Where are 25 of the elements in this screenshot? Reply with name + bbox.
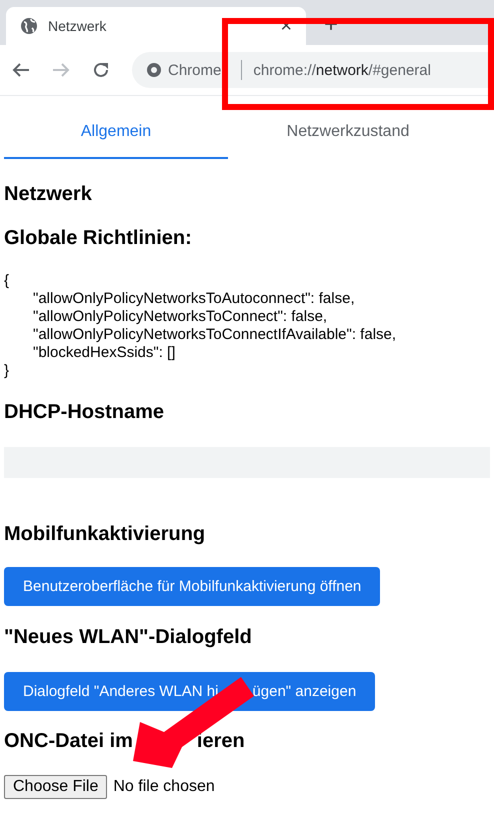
- section-heading: DHCP-Hostname: [4, 401, 166, 424]
- chrome-icon: [146, 62, 162, 78]
- page-heading: Netzwerk: [4, 183, 93, 206]
- section-heading: Mobilfunkaktivierung: [4, 523, 206, 546]
- reload-icon[interactable]: [92, 61, 110, 79]
- code-line: {: [4, 272, 10, 290]
- back-icon[interactable]: [12, 62, 30, 78]
- choose-file-button[interactable]: Choose File: [4, 775, 108, 799]
- section-heading: ieren: [196, 730, 245, 753]
- code-line: "allowOnlyPolicyNetworksToConnect": false,: [32, 308, 328, 326]
- section-heading: Globale Richtlinien:: [4, 227, 193, 250]
- action-button[interactable]: Benutzeroberfläche für Mobilfunkaktivierung öffnen: [4, 567, 380, 606]
- code-line: }: [4, 362, 10, 380]
- page-tab[interactable]: Netzwerkzustand: [228, 107, 468, 159]
- section-heading: ONC-Datei im: [4, 730, 133, 753]
- code-line: "blockedHexSsids": []: [32, 344, 176, 362]
- site-label: Chrome: [168, 62, 222, 78]
- code-line: "allowOnlyPolicyNetworksToAutoconnect": false,: [32, 290, 356, 308]
- section-heading: "Neues WLAN"-Dialogfeld: [4, 626, 253, 649]
- globe-icon: [20, 17, 38, 35]
- file-status: No file chosen: [113, 778, 215, 796]
- url-text: chrome://network/#general: [253, 62, 431, 78]
- code-line: "allowOnlyPolicyNetworksToConnectIfAvailable": false,: [32, 326, 398, 344]
- page-tab[interactable]: Allgemein: [4, 107, 228, 159]
- tab-title: Netzwerk: [48, 18, 108, 34]
